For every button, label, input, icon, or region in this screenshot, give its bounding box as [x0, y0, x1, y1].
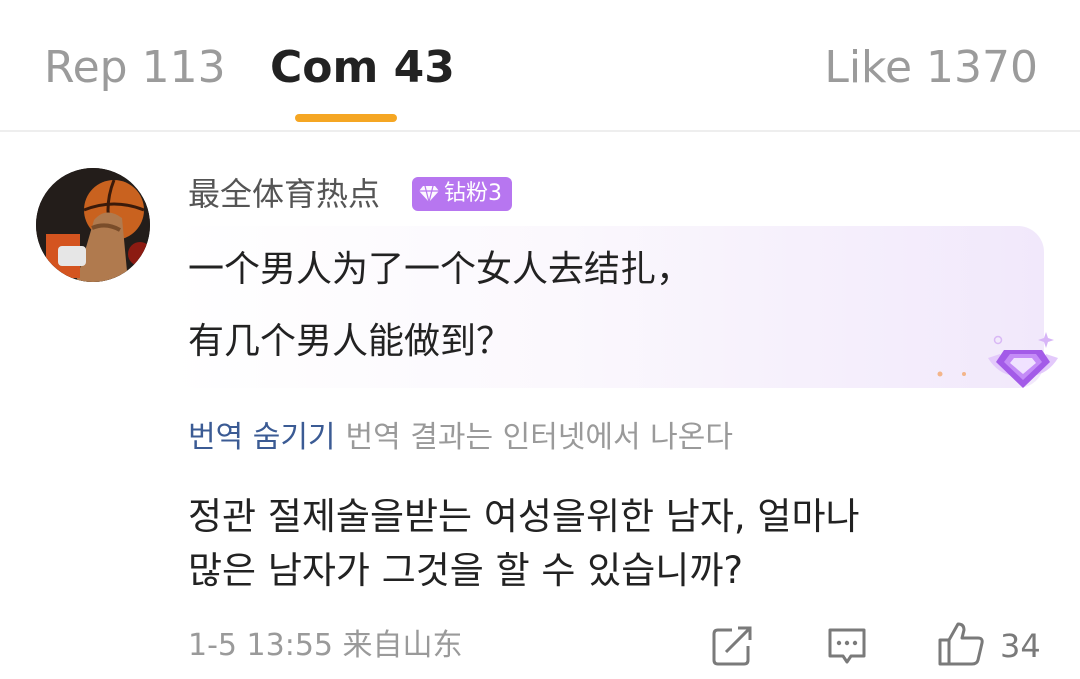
like-count: 34 [1000, 627, 1041, 665]
thumbs-up-icon[interactable] [936, 620, 986, 668]
active-tab-indicator [295, 114, 397, 122]
comment-username[interactable]: 最全体育热点 [188, 172, 380, 216]
diamond-bubble-decoration-icon [937, 332, 1058, 388]
badge-label: 钻粉3 [444, 181, 502, 206]
tab-likes[interactable]: Like 1370 [824, 40, 1038, 96]
fan-level-badge: 钻粉3 [412, 177, 512, 211]
comment-meta: 1-5 13:55 来自山东 [188, 628, 463, 663]
share-icon[interactable] [710, 624, 754, 668]
avatar[interactable] [36, 168, 150, 282]
translated-text-line-2: 많은 남자가 그것을 할 수 있습니까? [188, 549, 744, 592]
basketball-avatar-icon [36, 168, 150, 282]
comment-text-line-2: 有几个男人能做到？ [188, 321, 513, 362]
tab-reposts[interactable]: Rep 113 [44, 40, 226, 96]
tab-comments[interactable]: Com 43 [270, 40, 455, 96]
reply-icon[interactable] [825, 624, 869, 668]
hide-translation-link[interactable]: 번역 숨기기 [188, 420, 336, 455]
tab-bar: Rep 113 Com 43 Like 1370 [0, 0, 1080, 130]
tab-divider [0, 130, 1080, 132]
translation-bar: 번역 숨기기 번역 결과는 인터넷에서 나온다 [188, 416, 733, 460]
translation-source-note: 번역 결과는 인터넷에서 나온다 [345, 420, 733, 455]
diamond-icon [419, 185, 439, 203]
comment-text-line-1: 一个男人为了一个女人去结扎， [188, 249, 693, 290]
translated-text-line-1: 정관 절제술을받는 여성을위한 남자, 얼마나 [188, 495, 860, 538]
